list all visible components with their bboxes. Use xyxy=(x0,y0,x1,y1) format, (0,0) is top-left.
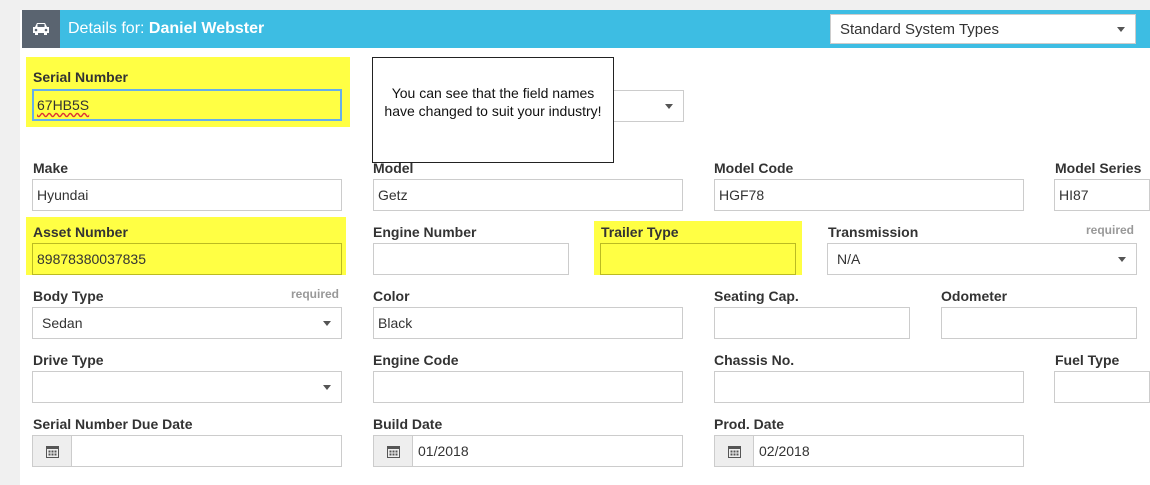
details-header: Details for: Daniel Webster Standard Sys… xyxy=(22,10,1150,48)
system-types-value: Standard System Types xyxy=(840,21,999,38)
left-strip xyxy=(0,0,20,485)
drive-type-label: Drive Type xyxy=(33,352,104,368)
body-type-label: Body Type xyxy=(33,288,104,304)
annotation-callout: You can see that the field names have ch… xyxy=(372,57,614,163)
asset-number-label: Asset Number xyxy=(33,224,128,240)
make-value: Hyundai xyxy=(37,187,89,203)
serial-number-due-date-label: Serial Number Due Date xyxy=(33,416,193,432)
make-input[interactable]: Hyundai xyxy=(32,179,342,211)
seating-cap-label: Seating Cap. xyxy=(714,288,799,304)
chassis-no-input[interactable] xyxy=(714,371,1024,403)
prod-date-label: Prod. Date xyxy=(714,416,785,432)
chevron-down-icon xyxy=(323,321,331,326)
engine-code-input[interactable] xyxy=(373,371,683,403)
asset-number-input[interactable]: 89878380037835 xyxy=(32,243,342,275)
header-title-name: Daniel Webster xyxy=(148,20,265,37)
model-value: Getz xyxy=(378,187,408,203)
engine-number-label: Engine Number xyxy=(373,224,477,240)
seating-cap-input[interactable] xyxy=(714,307,910,339)
color-input[interactable]: Black xyxy=(373,307,683,339)
model-code-label: Model Code xyxy=(714,160,794,176)
calendar-icon-addon[interactable] xyxy=(33,436,72,466)
odometer-label: Odometer xyxy=(941,288,1008,304)
transmission-label: Transmission xyxy=(828,224,919,240)
annotation-callout-text: You can see that the field names have ch… xyxy=(384,85,602,119)
prod-date-value: 02/2018 xyxy=(759,443,810,459)
fuel-type-input[interactable] xyxy=(1054,371,1150,403)
body-type-select[interactable]: Sedan xyxy=(32,307,342,339)
calendar-icon xyxy=(727,445,741,458)
chevron-down-icon xyxy=(323,385,331,390)
car-icon-box xyxy=(22,10,60,48)
transmission-select[interactable]: N/A xyxy=(827,243,1137,275)
build-date-input[interactable]: 01/2018 xyxy=(373,435,683,467)
calendar-icon xyxy=(386,445,400,458)
chevron-down-icon xyxy=(1117,27,1125,32)
prod-date-input[interactable]: 02/2018 xyxy=(714,435,1024,467)
asset-number-value: 89878380037835 xyxy=(37,251,147,267)
car-icon xyxy=(33,23,49,35)
model-series-value: HI87 xyxy=(1059,187,1089,203)
calendar-icon xyxy=(45,445,59,458)
serial-number-value: 67HB5S xyxy=(37,97,90,113)
color-value: Black xyxy=(378,315,413,331)
serial-number-input[interactable]: 67HB5S xyxy=(32,89,342,121)
header-title: Details for: Daniel Webster xyxy=(68,20,264,38)
model-series-label: Model Series xyxy=(1055,160,1142,176)
engine-code-label: Engine Code xyxy=(373,352,459,368)
build-date-value: 01/2018 xyxy=(418,443,469,459)
calendar-icon-addon[interactable] xyxy=(715,436,754,466)
model-series-input[interactable]: HI87 xyxy=(1054,179,1150,211)
chevron-down-icon xyxy=(665,104,673,109)
calendar-icon-addon[interactable] xyxy=(374,436,413,466)
drive-type-select[interactable] xyxy=(32,371,342,403)
model-code-value: HGF78 xyxy=(719,187,765,203)
build-date-label: Build Date xyxy=(373,416,443,432)
chassis-no-label: Chassis No. xyxy=(714,352,795,368)
system-types-select[interactable]: Standard System Types xyxy=(830,14,1136,44)
engine-number-input[interactable] xyxy=(373,243,569,275)
make-label: Make xyxy=(33,160,69,176)
top-strip xyxy=(0,0,1150,10)
serial-number-label: Serial Number xyxy=(33,69,128,85)
fuel-type-label: Fuel Type xyxy=(1055,352,1120,368)
color-label: Color xyxy=(373,288,410,304)
body-type-required: required xyxy=(291,287,340,301)
odometer-input[interactable] xyxy=(941,307,1137,339)
trailer-type-label: Trailer Type xyxy=(601,224,679,240)
chevron-down-icon xyxy=(1118,257,1126,262)
body-type-value: Sedan xyxy=(42,315,83,331)
transmission-value: N/A xyxy=(837,251,861,267)
trailer-type-input[interactable] xyxy=(600,243,796,275)
transmission-required: required xyxy=(1086,223,1135,237)
serial-number-due-date-input[interactable] xyxy=(32,435,342,467)
model-input[interactable]: Getz xyxy=(373,179,683,211)
model-code-input[interactable]: HGF78 xyxy=(714,179,1024,211)
header-title-prefix: Details for: xyxy=(68,20,145,37)
